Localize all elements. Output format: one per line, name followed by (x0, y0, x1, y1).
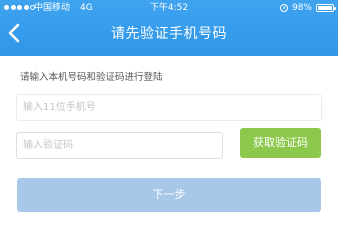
phone-field (16, 94, 322, 121)
phone-input[interactable] (17, 95, 321, 120)
screen: 中国移动 4G 下午4:52 98% 请先验证手机号码 请输入本机号码和验证码进… (0, 0, 338, 244)
lock-rotation-icon (279, 4, 288, 12)
header: 中国移动 4G 下午4:52 98% 请先验证手机号码 (0, 0, 338, 56)
battery-level (318, 6, 332, 10)
battery-icon (316, 4, 336, 12)
nav-bar: 请先验证手机号码 (0, 16, 338, 56)
battery-percent: 98% (291, 3, 312, 13)
next-button[interactable]: 下一步 (17, 178, 321, 212)
get-code-button[interactable]: 获取验证码 (240, 128, 321, 158)
code-input[interactable] (17, 133, 222, 158)
page-title: 请先验证手机号码 (111, 26, 227, 42)
code-field (16, 132, 223, 159)
instruction-text: 请输入本机号码和验证码进行登陆 (20, 72, 163, 83)
status-bar: 中国移动 4G 下午4:52 98% (0, 0, 338, 16)
status-right-group: 98% (279, 0, 336, 16)
